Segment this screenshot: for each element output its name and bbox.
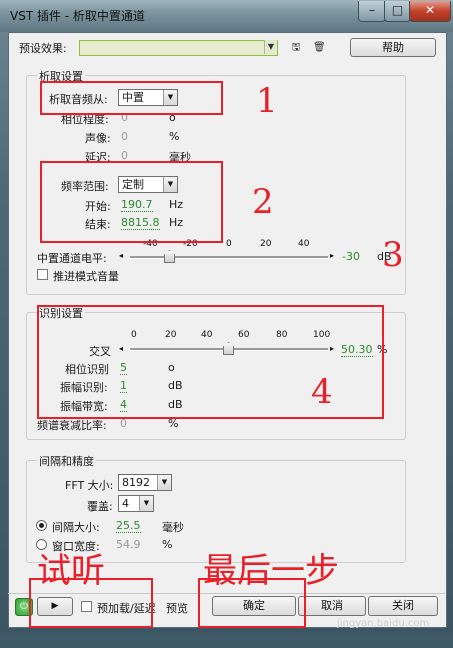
annotation-number-1: 1 [256,81,278,121]
window-width-unit: % [162,538,173,551]
annotation-box-1 [40,81,223,115]
interval-size-value[interactable]: 25.5 [116,519,141,533]
maximize-icon[interactable]: □ [384,1,411,22]
center-level-value[interactable]: -30 [342,250,360,263]
window-width-radio[interactable] [36,539,47,550]
cancel-button[interactable]: 取消 [298,596,366,616]
close-icon[interactable]: ✕ [409,1,451,22]
center-level-label: 中置通道电平: [37,252,107,265]
annotation-audition-text: 试听 [37,551,105,591]
interval-radio[interactable] [36,520,47,531]
chevron-down-icon: ▼ [157,475,171,490]
overlap-value: 4 [122,497,129,510]
arrow-right-icon[interactable]: ▸ [330,251,334,260]
arrow-left-icon[interactable]: ◂ [119,251,123,260]
close-button[interactable]: 关闭 [368,596,438,616]
preview-label: 预览 [166,602,188,615]
help-button[interactable]: 帮助 [350,38,436,57]
annotation-last-step-text: 最后一步 [203,551,339,591]
boost-label: 推进模式音量 [53,270,119,283]
minimize-icon[interactable]: – [358,1,386,22]
overlap-label: 覆盖: [87,500,113,513]
annotation-box-2 [40,161,223,243]
save-icon[interactable]: 🖫 [290,41,302,54]
spectral-decay-label: 频谱衰减比率: [37,419,107,432]
preset-dropdown[interactable] [79,40,278,56]
pan-label: 声像: [85,132,111,145]
window-title: VST 插件 - 析取中置通道 [10,9,145,23]
annotation-number-3: 3 [382,235,404,275]
boost-checkbox[interactable] [37,269,48,280]
fft-size-dropdown[interactable]: 8192 ▼ [118,474,172,491]
level-tick-label: 20 [260,239,272,249]
trash-icon[interactable]: 🗑 [313,41,326,54]
level-tick-label: 0 [226,239,232,249]
preset-label: 预设效果: [19,42,67,55]
interval-size-label: 间隔大小: [52,521,100,534]
spacing-group-label: 间隔和精度 [37,453,96,469]
center-level-slider[interactable] [130,256,328,259]
pan-value[interactable]: 0 [121,130,128,143]
annotation-number-4: 4 [311,372,333,412]
pan-unit: % [169,130,180,143]
overlap-dropdown[interactable]: 4 ▼ [118,495,154,512]
chevron-down-icon[interactable]: ▼ [264,40,277,54]
chevron-down-icon: ▼ [139,496,153,511]
window-width-value[interactable]: 54.9 [116,538,141,551]
level-tick-label: 40 [298,239,310,249]
fft-size-value: 8192 [122,476,150,489]
interval-size-unit: 毫秒 [162,521,184,534]
watermark-text: jingyan.baidu.com [337,618,430,629]
annotation-number-2: 2 [252,182,274,222]
fft-size-label: FFT 大小: [65,479,114,492]
